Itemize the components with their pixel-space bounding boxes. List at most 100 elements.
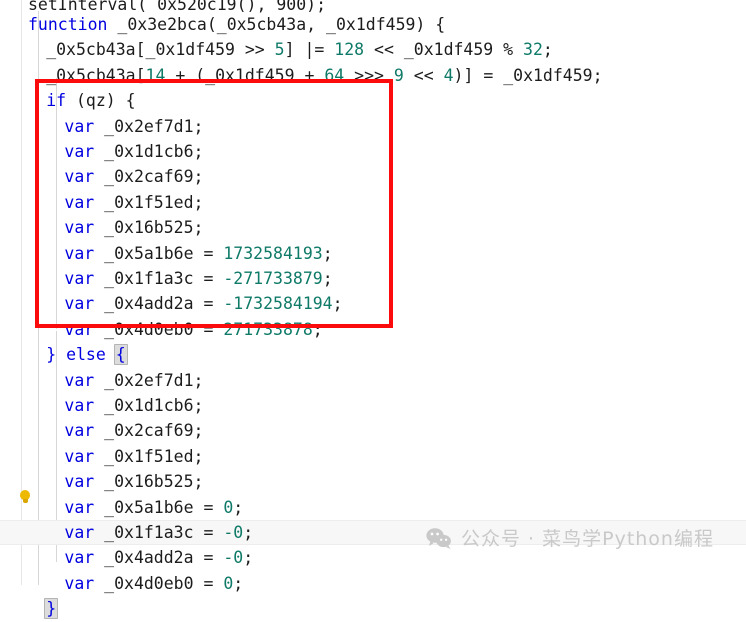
code-token: 0 bbox=[223, 573, 234, 593]
code-editor[interactable]: setInterval(_0x520c19(), 900); function _… bbox=[0, 0, 746, 620]
code-token: var bbox=[64, 370, 95, 390]
code-token: -0 bbox=[223, 523, 244, 542]
code-token: ; bbox=[322, 269, 333, 288]
code-line[interactable]: var _0x1d1cb6; bbox=[0, 139, 203, 164]
code-token: 0 bbox=[223, 497, 234, 517]
code-token: var bbox=[64, 294, 95, 314]
code-line[interactable]: _0x5cb43a[14 + (_0x1df459 + 64 >>> 9 << … bbox=[0, 63, 603, 88]
watermark: 公众号 · 菜鸟学Python编程 bbox=[426, 524, 714, 551]
code-token: _0x16b525; bbox=[94, 218, 204, 238]
bulb-base bbox=[22, 499, 28, 503]
code-line[interactable]: var _0x1f1a3c = -0; bbox=[0, 520, 253, 545]
code-token: _0x1d1cb6; bbox=[94, 142, 204, 161]
code-token: function bbox=[28, 15, 108, 34]
code-line[interactable]: var _0x1f51ed; bbox=[0, 444, 203, 469]
code-token: 9 bbox=[393, 65, 404, 85]
code-token: var bbox=[64, 269, 95, 288]
code-line[interactable]: var _0x5a1b6e = 1732584193; bbox=[0, 241, 332, 266]
code-token: + (_0x1df459 + bbox=[165, 65, 325, 85]
code-token: var bbox=[64, 497, 95, 517]
code-line[interactable]: var _0x2caf69; bbox=[0, 418, 203, 443]
code-line[interactable]: function _0x3e2bca(_0x5cb43a, _0x1df459)… bbox=[0, 12, 445, 37]
code-line[interactable]: var _0x4add2a = -1732584194; bbox=[0, 291, 343, 316]
code-line[interactable]: var _0x5a1b6e = 0; bbox=[0, 495, 243, 520]
code-token: _0x4add2a = bbox=[94, 294, 224, 314]
code-token: << bbox=[403, 65, 444, 85]
code-token: var bbox=[64, 573, 95, 593]
code-token: var bbox=[64, 142, 95, 161]
code-token: -0 bbox=[223, 548, 244, 568]
code-token: _0x5a1b6e = bbox=[94, 497, 224, 517]
code-token: ; bbox=[542, 40, 553, 60]
code-token: _0x1d1cb6; bbox=[94, 396, 204, 415]
code-token: var bbox=[64, 523, 95, 542]
code-token: _0x4d0eb0 = bbox=[94, 319, 224, 339]
code-token: -271733879 bbox=[223, 269, 323, 288]
code-token: var bbox=[64, 192, 95, 212]
code-line[interactable]: } else { bbox=[0, 342, 128, 367]
code-token: var bbox=[64, 243, 95, 263]
matched-bracket: } bbox=[44, 598, 59, 620]
wechat-icon bbox=[426, 527, 452, 549]
code-token: _0x2ef7d1; bbox=[94, 116, 204, 136]
code-token: _0x5cb43a[_0x1df459 >> bbox=[46, 40, 275, 60]
code-token: _0x1f1a3c = bbox=[94, 523, 224, 542]
code-token: ; bbox=[243, 548, 254, 568]
code-token: ; bbox=[243, 523, 254, 542]
code-line[interactable]: } bbox=[0, 596, 59, 621]
code-token: ; bbox=[312, 319, 323, 339]
watermark-text: 公众号 · 菜鸟学Python编程 bbox=[461, 528, 714, 550]
code-line[interactable]: var _0x16b525; bbox=[0, 215, 203, 240]
code-line[interactable]: var _0x2caf69; bbox=[0, 164, 203, 189]
code-token: _0x2caf69; bbox=[94, 421, 204, 441]
code-token: var bbox=[64, 446, 95, 466]
code-token: if bbox=[46, 91, 67, 111]
code-token: _0x5cb43a[ bbox=[46, 65, 146, 85]
code-line[interactable]: var _0x2ef7d1; bbox=[0, 368, 203, 393]
code-token: 271733878 bbox=[223, 319, 313, 339]
code-token: 128 bbox=[334, 40, 365, 60]
code-token: _0x3e2bca(_0x5cb43a, _0x1df459) { bbox=[107, 15, 446, 34]
code-token: 64 bbox=[324, 65, 345, 85]
code-token: 5 bbox=[274, 40, 285, 60]
code-token: var bbox=[64, 167, 95, 187]
code-token: var bbox=[64, 396, 95, 415]
code-token: } bbox=[46, 345, 67, 365]
code-line[interactable]: var _0x4add2a = -0; bbox=[0, 545, 253, 570]
intention-bulb-icon[interactable] bbox=[18, 490, 32, 506]
code-token: 4 bbox=[443, 65, 454, 85]
code-token: 32 bbox=[523, 40, 543, 60]
code-token: _0x16b525; bbox=[94, 472, 204, 492]
code-line[interactable]: var _0x1f51ed; bbox=[0, 190, 203, 215]
code-token: _0x1f1a3c = bbox=[94, 269, 224, 288]
code-token: ; bbox=[233, 573, 244, 593]
code-token: var bbox=[64, 548, 95, 568]
code-line[interactable]: var _0x4d0eb0 = 0; bbox=[0, 571, 243, 596]
code-token: _0x2ef7d1; bbox=[94, 370, 204, 390]
code-token: ; bbox=[233, 497, 244, 517]
code-token: _0x1f51ed; bbox=[94, 192, 204, 212]
code-line[interactable]: var _0x4d0eb0 = 271733878; bbox=[0, 317, 323, 342]
code-token: _0x4d0eb0 = bbox=[94, 573, 224, 593]
code-token: var bbox=[64, 421, 95, 441]
code-token: _0x4add2a = bbox=[94, 548, 224, 568]
code-token: var bbox=[64, 218, 95, 238]
code-token: ; bbox=[332, 294, 343, 314]
code-token: >>> bbox=[344, 65, 394, 85]
code-line[interactable]: _0x5cb43a[_0x1df459 >> 5] |= 128 << _0x1… bbox=[0, 37, 553, 62]
code-token: ] |= bbox=[284, 40, 335, 60]
code-token: )] = _0x1df459; bbox=[453, 65, 603, 85]
code-line[interactable]: var _0x2ef7d1; bbox=[0, 114, 203, 139]
code-token: 1732584193 bbox=[223, 243, 323, 263]
code-token: _0x5a1b6e = bbox=[94, 243, 224, 263]
code-token: var bbox=[64, 319, 95, 339]
code-token: var bbox=[64, 116, 95, 136]
code-line[interactable]: var _0x1d1cb6; bbox=[0, 393, 203, 418]
code-token: var bbox=[64, 472, 95, 492]
code-line[interactable]: var _0x1f1a3c = -271733879; bbox=[0, 266, 333, 291]
code-token: (qz) { bbox=[66, 91, 136, 111]
code-token: else bbox=[66, 345, 106, 365]
code-token: _0x2caf69; bbox=[94, 167, 204, 187]
code-token: 14 bbox=[145, 65, 166, 85]
code-line[interactable]: if (qz) { bbox=[0, 88, 136, 113]
